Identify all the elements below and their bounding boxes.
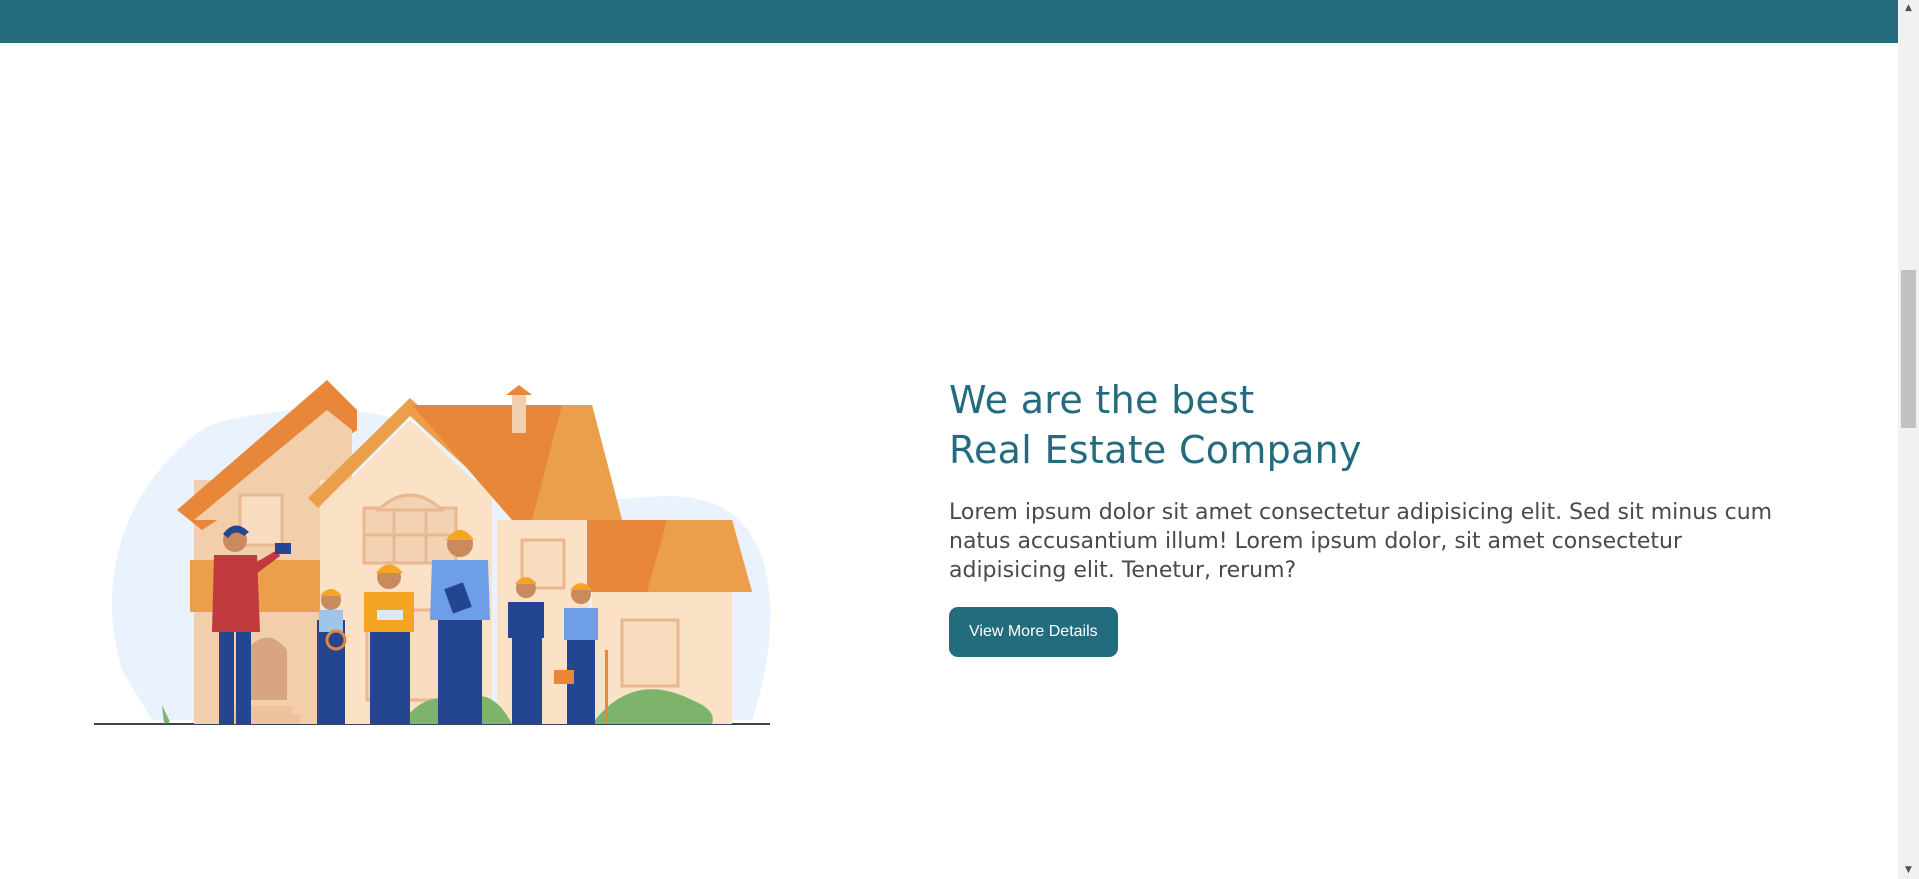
heading-line-2: Real Estate Company bbox=[949, 428, 1362, 472]
illustration-svg bbox=[94, 380, 771, 725]
section-heading: We are the best Real Estate Company bbox=[949, 375, 1809, 475]
about-section: We are the best Real Estate Company Lore… bbox=[949, 375, 1809, 657]
scrollbar-thumb[interactable] bbox=[1901, 270, 1916, 428]
view-more-details-button[interactable]: View More Details bbox=[949, 607, 1118, 657]
heading-line-1: We are the best bbox=[949, 378, 1255, 422]
section-description: Lorem ipsum dolor sit amet consectetur a… bbox=[949, 500, 1773, 583]
scroll-up-arrow-icon[interactable]: ▲ bbox=[1898, 0, 1919, 17]
page: We are the best Real Estate Company Lore… bbox=[0, 0, 1919, 879]
house-workers-illustration bbox=[92, 370, 772, 728]
vertical-scrollbar[interactable]: ▲ ▼ bbox=[1898, 0, 1919, 879]
top-navbar bbox=[0, 0, 1898, 43]
scroll-down-arrow-icon[interactable]: ▼ bbox=[1898, 862, 1919, 879]
